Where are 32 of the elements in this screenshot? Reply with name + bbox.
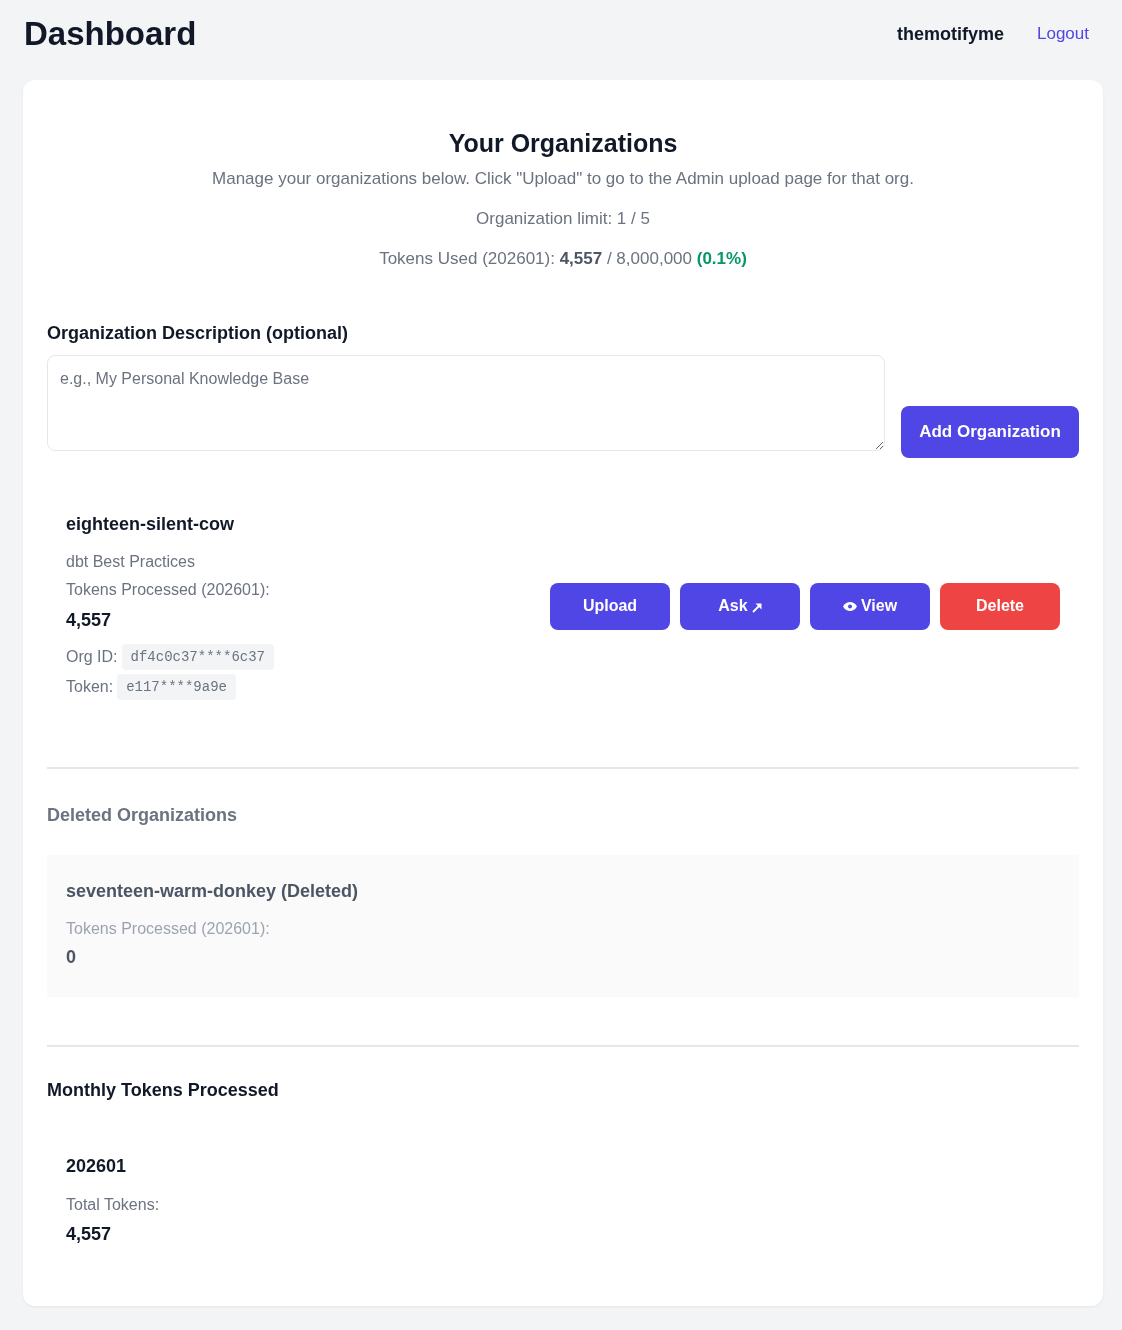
tokens-used-text: Tokens Used (202601): 4,557 / 8,000,000 (0.1%) — [378, 248, 748, 270]
eye-icon — [842, 601, 857, 611]
view-button[interactable]: View — [810, 582, 930, 630]
ask-button[interactable]: Ask — [680, 582, 800, 630]
organization-name: seventeen-warm-donkey (Deleted) — [66, 880, 360, 903]
section-title: Your Organizations — [447, 128, 679, 158]
tokens-value: 0 — [66, 946, 77, 969]
logout-link[interactable]: Logout — [1037, 24, 1089, 44]
token-label: Token: — [66, 677, 114, 697]
arrow-icon — [751, 602, 762, 613]
total-tokens-value: 4,557 — [66, 1223, 113, 1246]
upload-button[interactable]: Upload — [550, 582, 670, 630]
intro-text: Manage your organizations below. Click "Upload" to go to the Admin upload page for that org. — [211, 168, 915, 190]
delete-button[interactable]: Delete — [940, 582, 1060, 630]
organization-description: dbt Best Practices — [66, 552, 196, 572]
tokens-value: 4,557 — [66, 609, 113, 632]
field-label: Organization Description (optional) — [47, 322, 349, 345]
tokens-label: Tokens Processed (202601): — [66, 580, 271, 600]
page-title: Dashboard — [24, 15, 197, 53]
month-label: 202601 — [66, 1155, 128, 1178]
add-organization-button[interactable]: Add Organization — [901, 406, 1079, 458]
organization-limit-text: Organization limit: 1 / 5 — [475, 208, 651, 230]
org-id-label: Org ID: — [66, 647, 118, 667]
section-title: Monthly Tokens Processed — [47, 1079, 280, 1102]
description-field[interactable]: e.g., My Personal Knowledge Base — [47, 355, 885, 451]
total-tokens-label: Total Tokens: — [66, 1195, 161, 1215]
section-title: Deleted Organizations — [47, 804, 239, 827]
username: themotifyme — [897, 23, 1004, 45]
organization-name: eighteen-silent-cow — [66, 513, 236, 536]
org-id-value: df4c0c37****6c37 — [121, 644, 274, 670]
tokens-label: Tokens Processed (202601): — [66, 919, 271, 939]
token-value: e117****9a9e — [117, 674, 236, 700]
